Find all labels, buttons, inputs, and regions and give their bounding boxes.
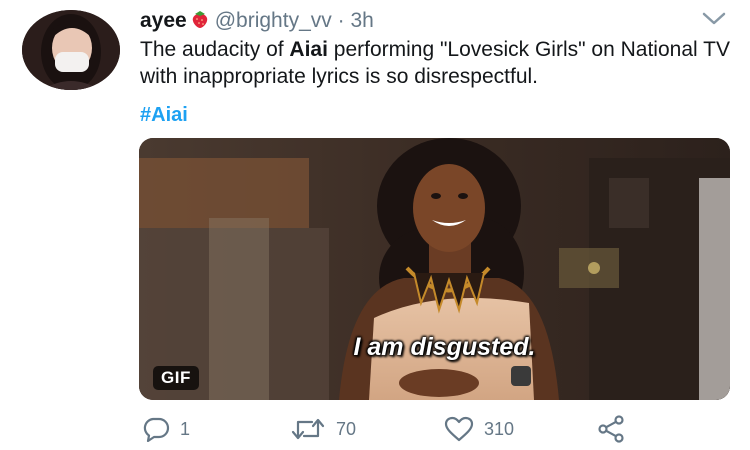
like-count: 310 — [484, 418, 515, 439]
reply-count: 1 — [180, 418, 191, 439]
retweet-count: 70 — [336, 418, 357, 439]
reply-button[interactable]: 1 — [142, 414, 190, 444]
display-name[interactable]: ayee — [140, 9, 187, 32]
share-button[interactable] — [596, 414, 626, 444]
chevron-down-icon — [702, 12, 726, 25]
avatar[interactable] — [22, 10, 120, 90]
tweet-header: ayee @brighty_vv · 3h — [140, 8, 374, 36]
separator-dot: · — [337, 9, 345, 32]
avatar-image — [22, 10, 120, 90]
share-icon — [598, 415, 624, 443]
gif-media[interactable]: I am disgusted. GIF — [139, 138, 730, 400]
gif-caption: I am disgusted. — [353, 333, 536, 361]
reply-icon — [143, 417, 170, 442]
hashtag-link[interactable]: #Aiai — [140, 104, 188, 127]
retweet-button[interactable]: 70 — [290, 414, 356, 444]
heart-icon — [444, 416, 474, 442]
strawberry-icon — [191, 9, 209, 36]
retweet-icon — [291, 418, 325, 440]
timestamp[interactable]: 3h — [350, 9, 373, 32]
tweet-text: The audacity of Aiai performing "Lovesic… — [140, 36, 740, 90]
tweet-text-bold: Aiai — [289, 38, 328, 61]
user-handle[interactable]: @brighty_vv — [215, 9, 332, 32]
like-button[interactable]: 310 — [444, 414, 514, 444]
gif-badge: GIF — [153, 366, 199, 390]
tweet-text-part1: The audacity of — [140, 38, 290, 61]
more-options-button[interactable] — [700, 10, 728, 28]
